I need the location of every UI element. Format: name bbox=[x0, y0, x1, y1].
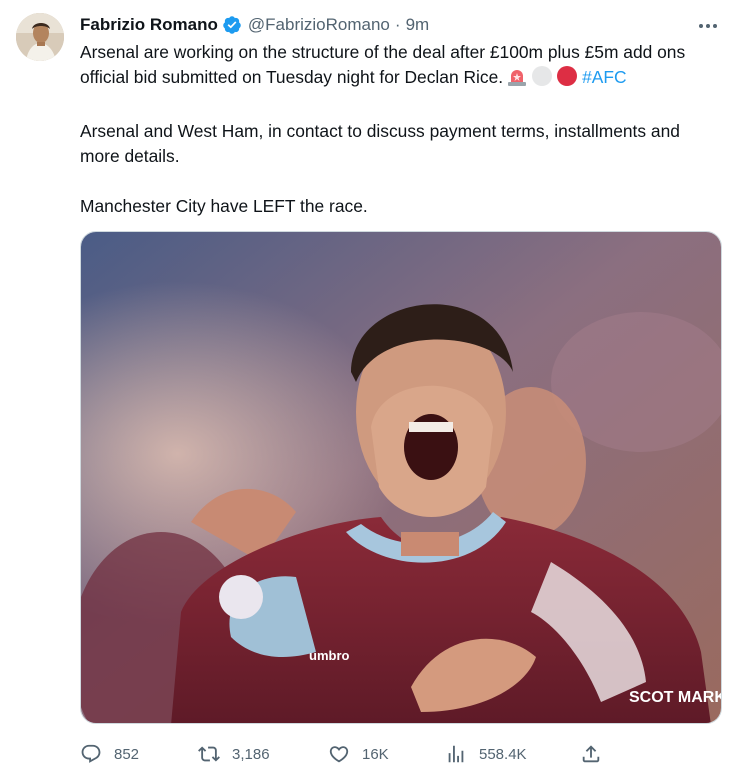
timestamp[interactable]: 9m bbox=[406, 15, 430, 35]
retweet-button[interactable]: 3,186 bbox=[198, 743, 328, 765]
like-button[interactable]: 16K bbox=[328, 743, 445, 765]
white-circle-icon bbox=[531, 65, 553, 94]
author-handle[interactable]: @FabrizioRomano bbox=[248, 15, 390, 35]
avatar[interactable] bbox=[16, 13, 64, 61]
separator-dot: · bbox=[394, 15, 401, 34]
like-count: 16K bbox=[362, 745, 389, 763]
tweet-photo[interactable]: umbro SCOT MARKE bbox=[80, 231, 722, 724]
tweet[interactable]: Fabrizio Romano @FabrizioRomano · 9m Ars… bbox=[0, 0, 729, 784]
kit-brand-text: umbro bbox=[309, 648, 350, 663]
tweet-paragraph-2: Arsenal and West Ham, in contact to disc… bbox=[80, 121, 680, 166]
views-count: 558.4K bbox=[479, 745, 527, 763]
photo-image: umbro SCOT MARKE bbox=[81, 232, 722, 723]
reply-count: 852 bbox=[114, 745, 140, 763]
avatar-image bbox=[16, 13, 64, 61]
verified-badge-icon bbox=[223, 16, 241, 34]
reply-icon bbox=[81, 744, 101, 763]
more-options-icon bbox=[699, 24, 717, 28]
tweet-text: Arsenal are working on the structure of … bbox=[80, 40, 720, 219]
heart-icon bbox=[329, 746, 349, 763]
tweet-header: Fabrizio Romano @FabrizioRomano · 9m bbox=[80, 13, 429, 37]
share-button[interactable] bbox=[580, 743, 602, 765]
retweet-count: 3,186 bbox=[232, 745, 270, 763]
more-options-button[interactable] bbox=[697, 15, 719, 37]
share-icon bbox=[582, 745, 600, 763]
tweet-paragraph-1: Arsenal are working on the structure of … bbox=[80, 40, 720, 94]
tweet-paragraph-3: Manchester City have LEFT the race. bbox=[80, 196, 368, 216]
views-button[interactable]: 558.4K bbox=[445, 743, 580, 765]
views-icon bbox=[448, 745, 464, 763]
author-name[interactable]: Fabrizio Romano bbox=[80, 15, 218, 35]
hashtag-link[interactable]: #AFC bbox=[582, 67, 626, 87]
action-bar: 852 3,186 16K 558.4K bbox=[80, 740, 710, 768]
retweet-icon bbox=[198, 746, 220, 762]
reply-button[interactable]: 852 bbox=[80, 743, 198, 765]
sponsor-text: SCOT MARKE bbox=[629, 689, 722, 706]
red-circle-icon bbox=[556, 65, 578, 94]
police-light-icon bbox=[506, 67, 528, 94]
